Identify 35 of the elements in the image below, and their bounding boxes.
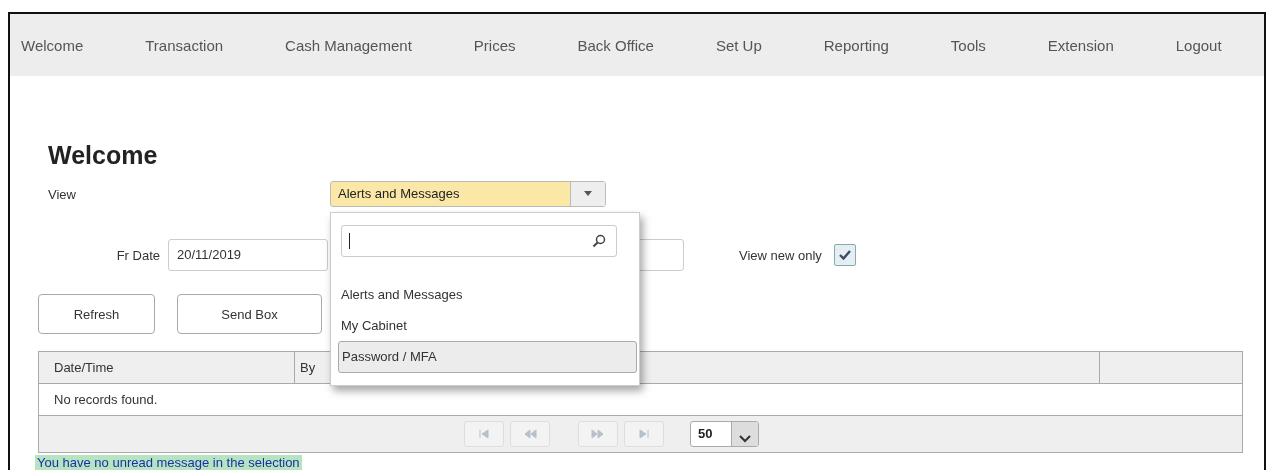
nav-item[interactable]: Back Office <box>577 36 654 54</box>
nav-item[interactable]: Transaction <box>145 36 224 54</box>
view-dropdown[interactable]: Alerts and Messages <box>330 181 606 207</box>
column-header[interactable]: Date/Time <box>39 352 295 383</box>
pager-first-icon <box>477 427 491 441</box>
nav-item[interactable]: Reporting <box>823 36 889 54</box>
action-button[interactable]: Send Box <box>177 294 322 334</box>
pager-next-icon <box>591 427 605 441</box>
status-message: You have no unread message in the selection <box>35 455 302 470</box>
checkbox[interactable] <box>833 244 856 266</box>
search-icon <box>592 234 606 248</box>
text-cursor <box>349 233 350 249</box>
nav-item[interactable]: Logout <box>1175 36 1222 54</box>
nav-item[interactable]: Welcome <box>21 36 84 54</box>
checkmark-icon <box>837 249 852 261</box>
dropdown-option[interactable]: My Cabinet <box>331 310 639 341</box>
nav-item[interactable]: Prices <box>473 36 516 54</box>
action-button[interactable]: Refresh <box>38 294 155 334</box>
pager-last-icon <box>637 427 651 441</box>
pager-prev-icon <box>523 427 537 441</box>
search-field[interactable] <box>341 225 617 257</box>
dropdown-option[interactable]: Alerts and Messages <box>331 279 639 310</box>
nav-item[interactable]: Cash Management <box>285 36 412 54</box>
dropdown-option[interactable]: Password / MFA <box>338 341 637 373</box>
nav-item[interactable]: Set Up <box>715 36 762 54</box>
page-title: Welcome <box>48 140 159 171</box>
field-label: View <box>47 186 77 202</box>
checkbox-label: View new only <box>739 247 822 263</box>
date-input[interactable]: 20/11/2019 <box>168 239 328 271</box>
chevron-down-icon <box>739 435 751 443</box>
field-label: Fr Date <box>115 247 161 263</box>
caret-icon <box>583 191 593 197</box>
page-size-dropdown[interactable]: 50 <box>690 421 759 447</box>
nav-item[interactable]: Tools <box>950 36 986 54</box>
nav-item[interactable]: Extension <box>1047 36 1114 54</box>
